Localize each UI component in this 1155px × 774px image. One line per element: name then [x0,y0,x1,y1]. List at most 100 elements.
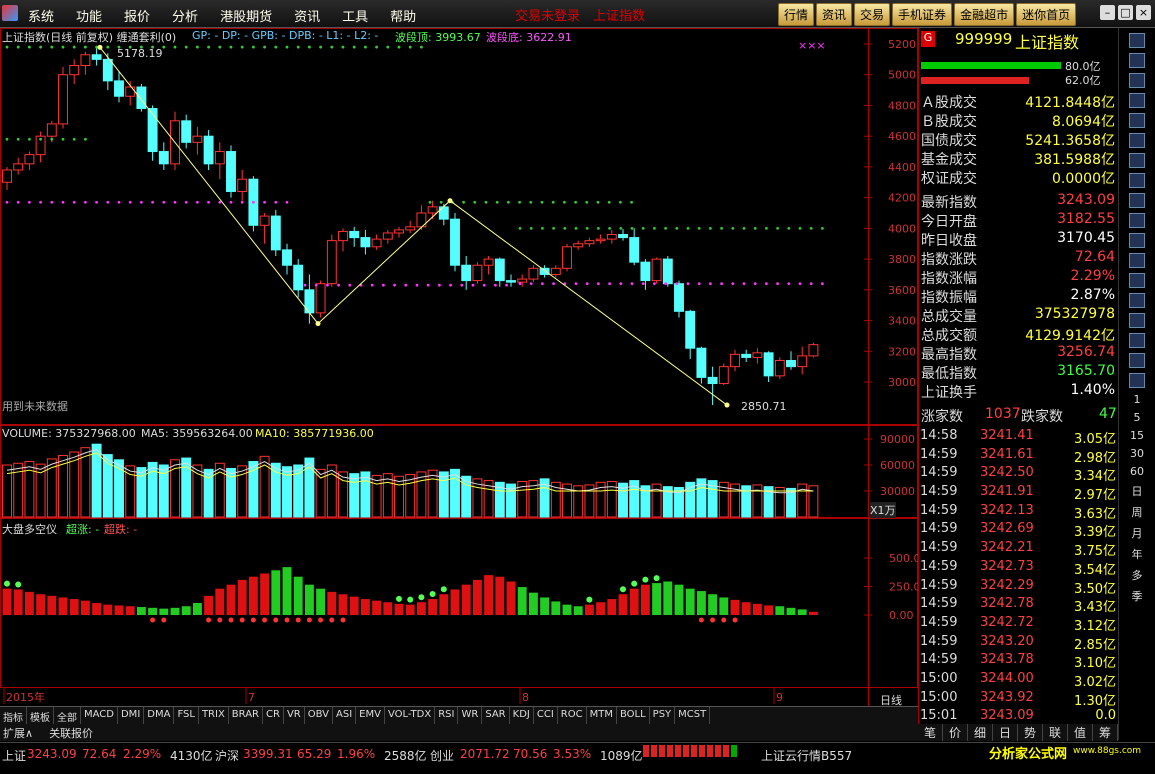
menu-item[interactable]: 工具 [342,6,368,25]
wave-dot [28,200,31,204]
tool-icon[interactable] [1129,133,1145,148]
menu-item[interactable]: 港股期货 [220,6,272,25]
menu-item[interactable]: 帮助 [390,6,416,25]
panel-tab[interactable]: 日 [993,724,1018,741]
tool-icon[interactable] [1129,353,1145,368]
indicator-tab[interactable]: OBV [305,707,333,724]
wave-dot [482,283,486,287]
top-tab[interactable]: 手机证券 [892,3,953,26]
tool-icon[interactable] [1129,33,1145,48]
menu-item[interactable]: 功能 [76,6,102,25]
tick-price: 3243.92 [980,689,1034,705]
chart-area[interactable]: ××× 5200 5000 4800 4600 4400 4200 4000 3800 3600… [0,28,918,706]
tool-icon[interactable] [1129,193,1145,208]
period-shortcut[interactable]: 30 [1119,447,1155,460]
maximize-icon[interactable]: □ [1118,5,1133,20]
extra-tab[interactable]: 扩展∧ [0,724,36,741]
extra-tab[interactable]: 关联报价 [46,724,96,741]
indicator-tab[interactable]: CCI [534,707,558,724]
indicator-tab[interactable]: CR [263,707,284,724]
panel-tab[interactable]: 细 [968,724,993,741]
menu-item[interactable]: 资讯 [294,6,320,25]
indicator-tab[interactable]: SAR [482,707,510,724]
period-shortcut[interactable]: 15 [1119,429,1155,442]
period-shortcut[interactable]: 5 [1119,411,1155,424]
period-shortcut[interactable]: 月 [1119,525,1155,541]
panel-tab[interactable]: 筹 [1093,724,1118,741]
tick-time: 14:59 [920,652,958,668]
indicator-tab[interactable]: ASI [333,707,357,724]
tool-icon[interactable] [1129,253,1145,268]
window-controls: – □ × [1100,5,1151,20]
candle [192,135,203,143]
period-shortcut[interactable]: 季 [1119,588,1155,604]
indicator-tab[interactable]: MTM [587,707,617,724]
top-tab[interactable]: 迷你首页 [1016,3,1077,26]
indicator-tab[interactable]: ROC [558,707,587,724]
panel-tab[interactable]: 价 [943,724,968,741]
indicator-tab[interactable]: MACD [81,707,118,724]
indicator-tab[interactable]: DMI [118,707,145,724]
menu-item[interactable]: 系统 [28,6,54,25]
oscillator-bar [2,588,12,615]
candle [483,258,494,266]
period-shortcut[interactable]: 年 [1119,546,1155,562]
indicator-tab[interactable]: PSY [650,707,676,724]
indicator-tab[interactable]: BOLL [617,707,650,724]
indicator-tab[interactable]: BRAR [229,707,263,724]
tool-icon[interactable] [1129,213,1145,228]
panel-tab[interactable]: 联 [1043,724,1068,741]
oscillator-bar [215,588,225,615]
top-tab[interactable]: 金融超市 [954,3,1015,26]
panel-tab[interactable]: 值 [1068,724,1093,741]
indicator-tab[interactable]: RSI [435,707,459,724]
period-shortcut[interactable]: 1 [1119,393,1155,406]
tool-icon[interactable] [1129,233,1145,248]
indicator-tab[interactable]: VOL-TDX [385,707,436,724]
period-shortcut[interactable]: 日 [1119,483,1155,499]
close-icon[interactable]: × [1136,5,1151,20]
tool-icon[interactable] [1129,153,1145,168]
wave-dot [426,283,430,287]
indicator-tab[interactable]: 指标 [0,707,27,724]
top-tab[interactable]: 资讯 [816,3,853,26]
indicator-tab[interactable]: 模板 [27,707,54,724]
period-shortcut[interactable]: 多 [1119,567,1155,583]
indicator-tab[interactable]: TRIX [199,707,229,724]
menu-item[interactable]: 分析 [172,6,198,25]
summary-value: 5241.3658亿 [1025,133,1115,149]
indicator-tab[interactable]: VR [284,707,305,724]
indicator-tab[interactable]: MCST [675,707,711,724]
tool-icon[interactable] [1129,313,1145,328]
tool-icon[interactable] [1129,173,1145,188]
resistance-dot [664,226,667,230]
panel-tab[interactable]: 势 [1018,724,1043,741]
oscillator-bar [808,611,818,615]
tool-icon[interactable] [1129,93,1145,108]
indicator-tab[interactable]: WR [458,707,483,724]
tool-icon[interactable] [1129,333,1145,348]
tool-icon[interactable] [1129,73,1145,88]
quote-value: 72.64 [1074,249,1115,265]
indicator-tab[interactable]: DMA [144,707,175,724]
tool-icon[interactable] [1129,113,1145,128]
indicator-tab[interactable]: KDJ [510,707,534,724]
indicator-tab[interactable]: 全部 [54,707,81,724]
oscillator-bar [24,591,34,615]
indicator-tab[interactable]: EMV [356,707,385,724]
top-tab[interactable]: 交易 [854,3,891,26]
tool-icon[interactable] [1129,293,1145,308]
tool-icon[interactable] [1129,273,1145,288]
tick-time: 14:59 [920,521,958,537]
panel-tab[interactable]: 笔 [918,724,943,741]
top-tab[interactable]: 行情 [778,3,815,26]
tool-icon[interactable] [1129,373,1145,388]
tick-price: 3242.21 [980,540,1034,556]
period-shortcut[interactable]: 周 [1119,504,1155,520]
indicator-tab[interactable]: FSL [174,707,199,724]
cloud-quote[interactable]: 上证云行情B557 [761,747,852,764]
period-shortcut[interactable]: 60 [1119,465,1155,478]
minimize-icon[interactable]: – [1100,5,1115,20]
tool-icon[interactable] [1129,53,1145,68]
menu-item[interactable]: 报价 [124,6,150,25]
